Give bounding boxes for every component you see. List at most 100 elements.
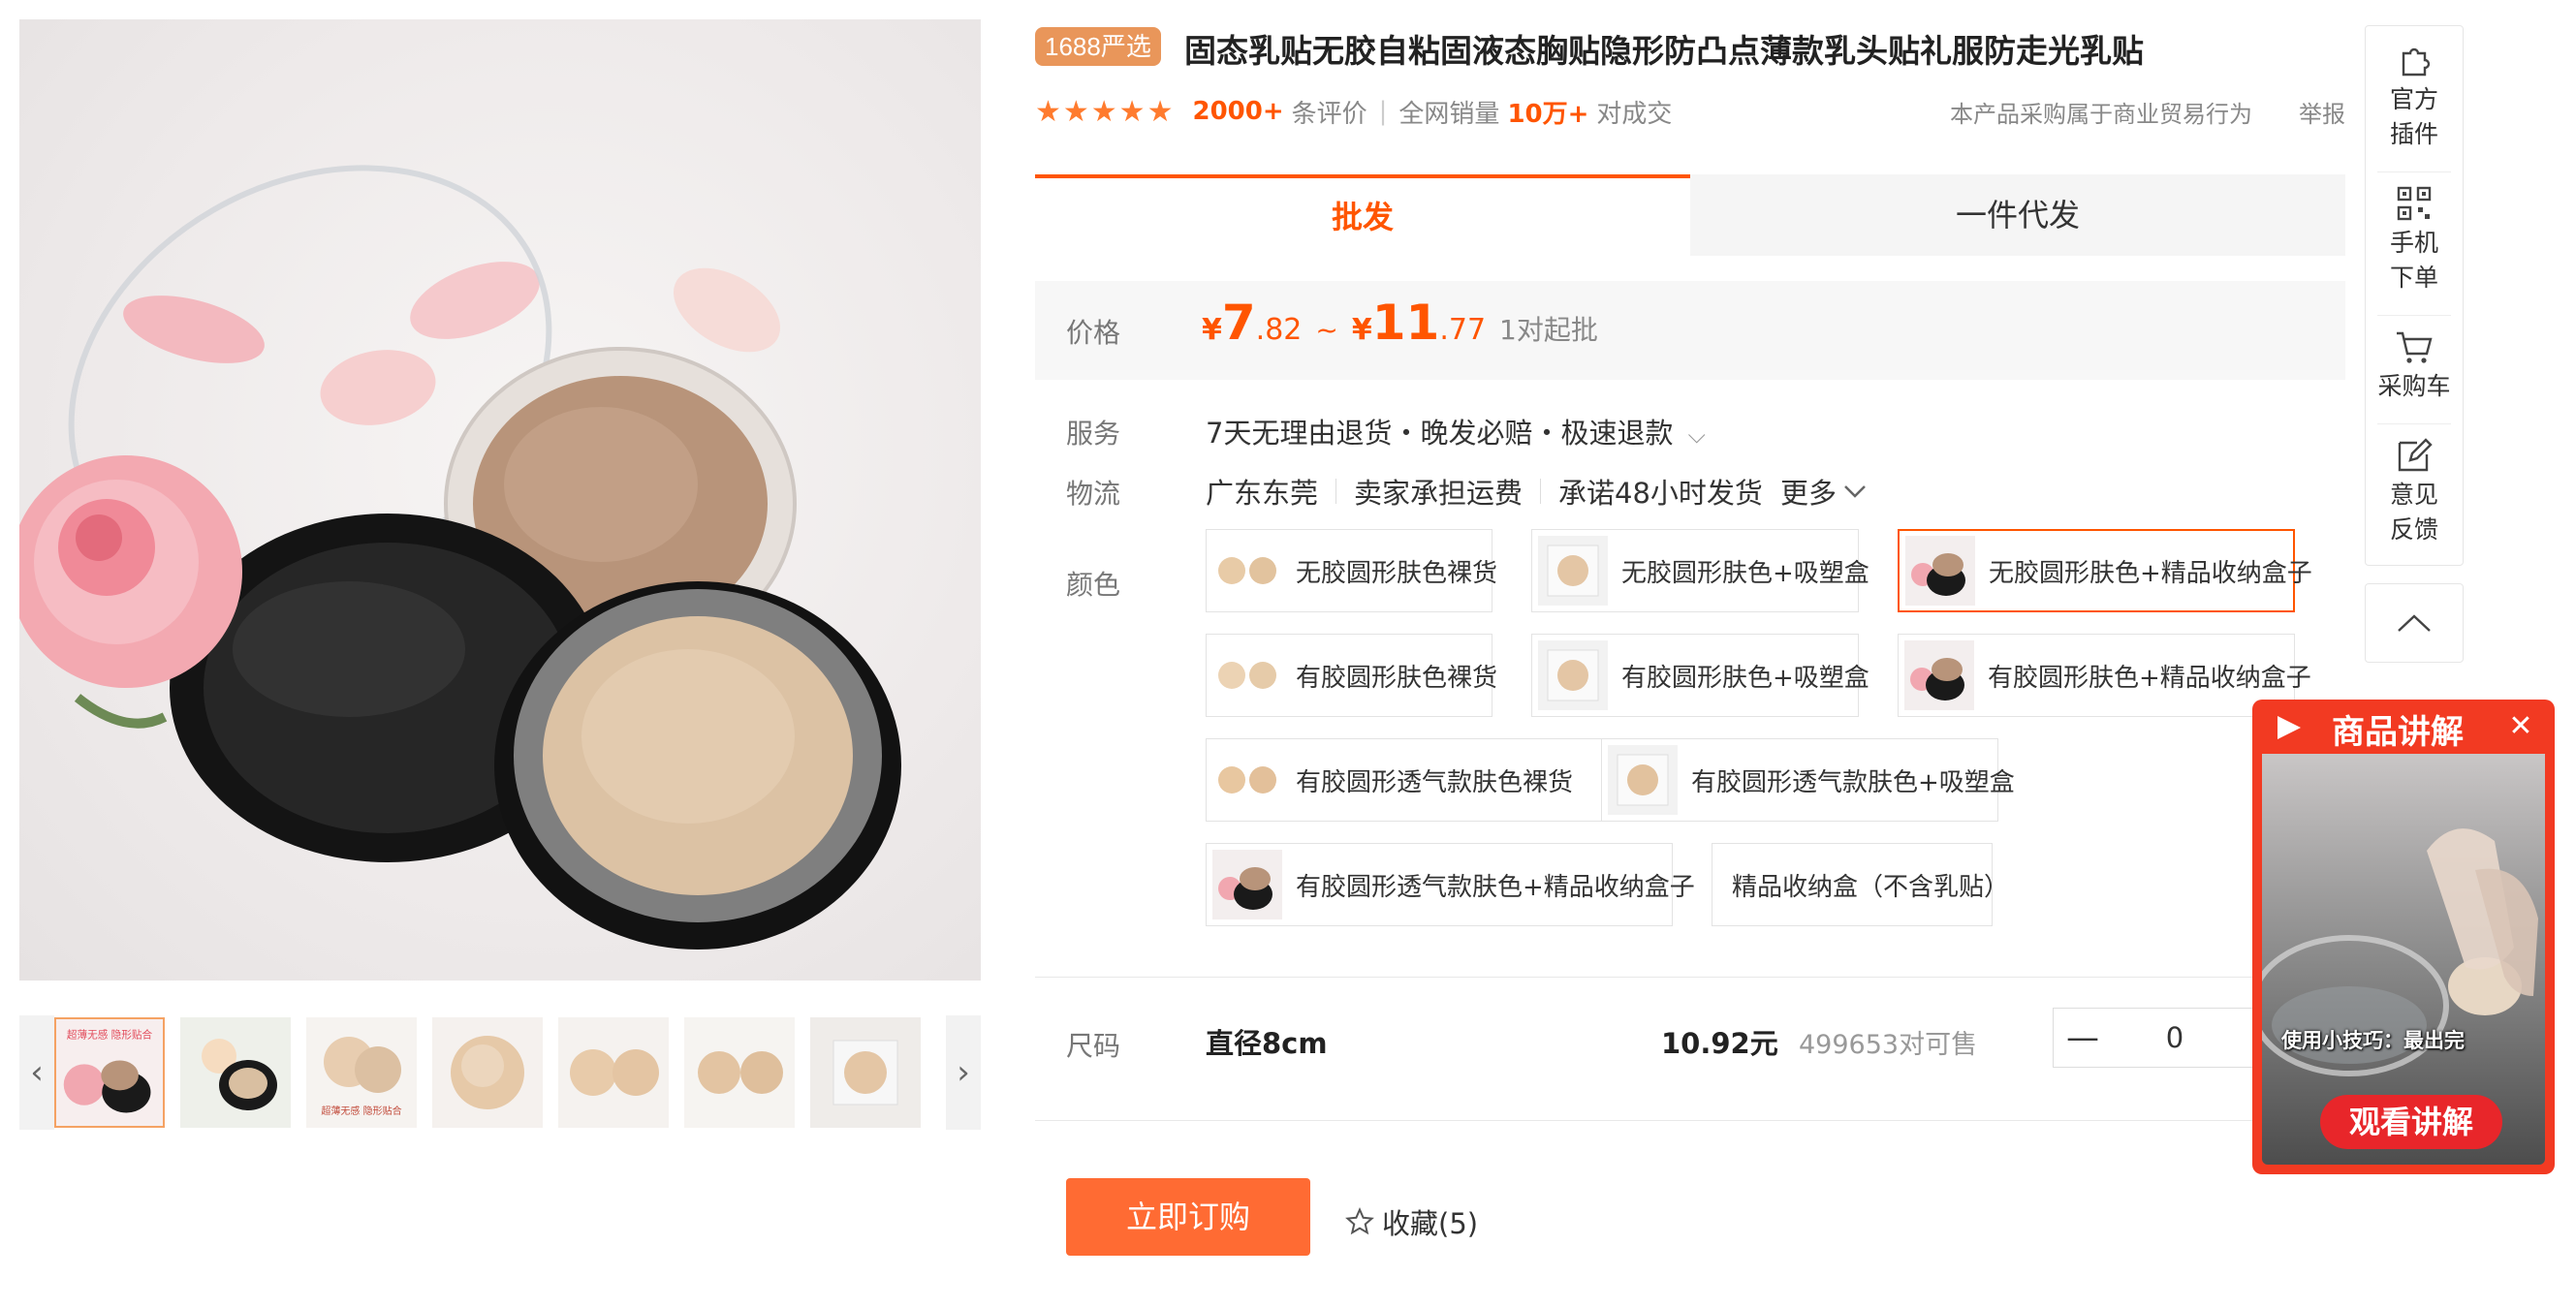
sales-prefix: 全网销量 bbox=[1398, 99, 1500, 129]
qr-code-icon bbox=[2397, 186, 2432, 221]
quantity-minus-button[interactable]: — bbox=[2054, 1009, 2112, 1067]
divider bbox=[1335, 479, 1337, 504]
price-range: ¥ 7 .82 ~ ¥ 11 .77 1对起批 bbox=[1202, 295, 1598, 351]
rating-row: ★★★★★ 2000+ 条评价 | 全网销量 10万+ 对成交 bbox=[1035, 92, 1672, 131]
thumbnail-1[interactable]: 超薄无感 隐形贴合 bbox=[54, 1017, 165, 1128]
option-label: 有胶圆形肤色+精品收纳盒子 bbox=[1988, 663, 2311, 693]
review-suffix[interactable]: 条评价 bbox=[1292, 94, 1367, 130]
thumb-next-button[interactable]: › bbox=[946, 1015, 981, 1130]
thumb-1-caption: 超薄无感 隐形贴合 bbox=[67, 1028, 153, 1041]
star-icon bbox=[1345, 1207, 1374, 1235]
thumbnail-4-image bbox=[432, 1017, 543, 1128]
thumbnail-6[interactable] bbox=[684, 1017, 795, 1128]
chevron-down-icon[interactable] bbox=[1842, 483, 1868, 500]
back-to-top-button[interactable] bbox=[2365, 583, 2464, 663]
watch-explanation-button[interactable]: 观看讲解 bbox=[2320, 1095, 2502, 1149]
toolbar-plugin-line2: 插件 bbox=[2389, 120, 2438, 148]
video-caption: 使用小技巧：最出完 bbox=[2281, 1029, 2465, 1052]
color-option[interactable]: 无胶圆形肤色裸货 bbox=[1206, 529, 1497, 612]
color-option[interactable]: 有胶圆形肤色+精品收纳盒子 bbox=[1898, 634, 2311, 717]
quantity-input[interactable]: 0 bbox=[2112, 1009, 2238, 1067]
toolbar-cart-label: 采购车 bbox=[2377, 372, 2451, 400]
chevron-up-icon bbox=[2398, 614, 2431, 632]
min-order: 1对起批 bbox=[1499, 314, 1598, 346]
chevron-left-icon: ‹ bbox=[30, 1053, 44, 1092]
thumbnail-6-image bbox=[684, 1017, 795, 1128]
divider bbox=[2377, 315, 2451, 316]
price-min-dec: .82 bbox=[1255, 313, 1303, 347]
price-tilde: ~ bbox=[1315, 314, 1338, 346]
cart-icon bbox=[2397, 331, 2433, 363]
price-min-int: 7 bbox=[1221, 295, 1256, 351]
color-option[interactable]: 有胶圆形透气款肤色裸货 bbox=[1206, 738, 1603, 822]
side-toolbar: 官方 插件 手机 下单 采购车 意见 反馈 bbox=[2365, 25, 2464, 566]
size-value: 直径8cm bbox=[1206, 1027, 1328, 1060]
color-option[interactable]: 有胶圆形透气款肤色+吸塑盒 bbox=[1601, 738, 2015, 822]
divider bbox=[2377, 171, 2451, 172]
order-now-button[interactable]: 立即订购 bbox=[1066, 1178, 1310, 1256]
toolbar-plugin[interactable]: 官方 插件 bbox=[2366, 34, 2463, 152]
close-icon[interactable]: ✕ bbox=[2497, 705, 2545, 748]
size-label: 尺码 bbox=[1066, 1030, 1121, 1062]
divider: | bbox=[1378, 97, 1388, 126]
thumbnail-strip: ‹ 超薄无感 隐形贴合 超薄无感 隐形贴合 › bbox=[19, 1015, 981, 1130]
thumbnail-3[interactable]: 超薄无感 隐形贴合 bbox=[306, 1017, 417, 1128]
yanxuan-badge: 1688严选 bbox=[1035, 27, 1161, 66]
color-option[interactable]: 有胶圆形透气款肤色+精品收纳盒子 bbox=[1206, 843, 1695, 926]
color-option[interactable]: 无胶圆形肤色+吸塑盒 bbox=[1531, 529, 1869, 612]
toolbar-cart[interactable]: 采购车 bbox=[2366, 321, 2463, 404]
sales-count: 10万+ bbox=[1507, 99, 1589, 129]
price-max-int: 11 bbox=[1371, 295, 1440, 351]
thumbnail-2-image bbox=[180, 1017, 291, 1128]
color-option[interactable]: 有胶圆形肤色裸货 bbox=[1206, 634, 1497, 717]
review-count[interactable]: 2000+ bbox=[1192, 97, 1283, 126]
report-link[interactable]: 举报 bbox=[2299, 95, 2345, 129]
color-option-selected[interactable]: 无胶圆形肤色+精品收纳盒子 bbox=[1898, 529, 2312, 612]
option-thumbnail bbox=[1608, 745, 1678, 815]
logistics-more-button[interactable]: 更多 bbox=[1780, 471, 1837, 512]
option-label: 无胶圆形肤色+吸塑盒 bbox=[1621, 558, 1869, 588]
product-video-widget[interactable]: 商品讲解 ✕ 使用小技巧：最出完 观看讲解 bbox=[2252, 700, 2555, 1174]
tab-dropship[interactable]: 一件代发 bbox=[1690, 174, 2345, 256]
purchase-mode-tabs: 批发 一件代发 bbox=[1035, 174, 2345, 256]
service-text: 7天无理由退货・晚发必赔・极速退款 bbox=[1206, 417, 1674, 450]
toolbar-feedback[interactable]: 意见 反馈 bbox=[2366, 429, 2463, 547]
service-info[interactable]: 7天无理由退货・晚发必赔・极速退款 ⌵ bbox=[1206, 411, 1706, 452]
favorite-button[interactable]: 收藏(5) bbox=[1345, 1201, 1478, 1242]
logistics-promise: 承诺48小时发货 bbox=[1558, 477, 1763, 510]
toolbar-mobile-line1: 手机 bbox=[2389, 229, 2438, 257]
thumbnail-2[interactable] bbox=[180, 1017, 291, 1128]
thumb-3-caption: 超薄无感 隐形贴合 bbox=[321, 1105, 401, 1117]
thumbnail-4[interactable] bbox=[432, 1017, 543, 1128]
color-option[interactable]: 有胶圆形肤色+吸塑盒 bbox=[1531, 634, 1869, 717]
thumb-prev-button[interactable]: ‹ bbox=[19, 1015, 54, 1130]
divider bbox=[1540, 479, 1542, 504]
video-header: 商品讲解 ✕ bbox=[2252, 700, 2555, 754]
currency-symbol: ¥ bbox=[1351, 313, 1372, 347]
color-option[interactable]: 精品收纳盒（不含乳贴） bbox=[1712, 843, 2009, 926]
logistics-shipping: 卖家承担运费 bbox=[1354, 477, 1524, 510]
main-product-image[interactable] bbox=[19, 19, 981, 981]
tab-wholesale[interactable]: 批发 bbox=[1035, 174, 1690, 256]
price-panel: 价格 ¥ 7 .82 ~ ¥ 11 .77 1对起批 bbox=[1035, 281, 2345, 380]
option-label: 有胶圆形肤色+吸塑盒 bbox=[1621, 663, 1869, 693]
toolbar-mobile[interactable]: 手机 下单 bbox=[2366, 177, 2463, 296]
favorite-label: 收藏(5) bbox=[1382, 1207, 1479, 1240]
sales-suffix: 对成交 bbox=[1596, 99, 1673, 129]
option-label: 有胶圆形透气款肤色裸货 bbox=[1296, 767, 1574, 797]
service-label: 服务 bbox=[1066, 418, 1121, 450]
option-label: 有胶圆形透气款肤色+吸塑盒 bbox=[1691, 767, 2015, 797]
color-label: 颜色 bbox=[1066, 569, 1121, 601]
toolbar-feedback-line1: 意见 bbox=[2389, 481, 2438, 509]
logistics-info: 广东东莞 卖家承担运费 承诺48小时发货 更多 bbox=[1206, 471, 1868, 512]
thumbnail-5[interactable] bbox=[558, 1017, 669, 1128]
video-frame[interactable]: 使用小技巧：最出完 观看讲解 bbox=[2262, 754, 2545, 1165]
option-thumbnail bbox=[1905, 536, 1975, 606]
product-photo bbox=[19, 165, 901, 950]
thumbnail-1-image: 超薄无感 隐形贴合 bbox=[56, 1019, 163, 1126]
quantity-stepper: — 0 bbox=[2053, 1008, 2256, 1068]
thumbnail-7[interactable] bbox=[810, 1017, 921, 1128]
puzzle-icon bbox=[2402, 47, 2431, 77]
trade-note: 本产品采购属于商业贸易行为 bbox=[1950, 101, 2252, 128]
thumbnail-7-image bbox=[810, 1017, 921, 1128]
